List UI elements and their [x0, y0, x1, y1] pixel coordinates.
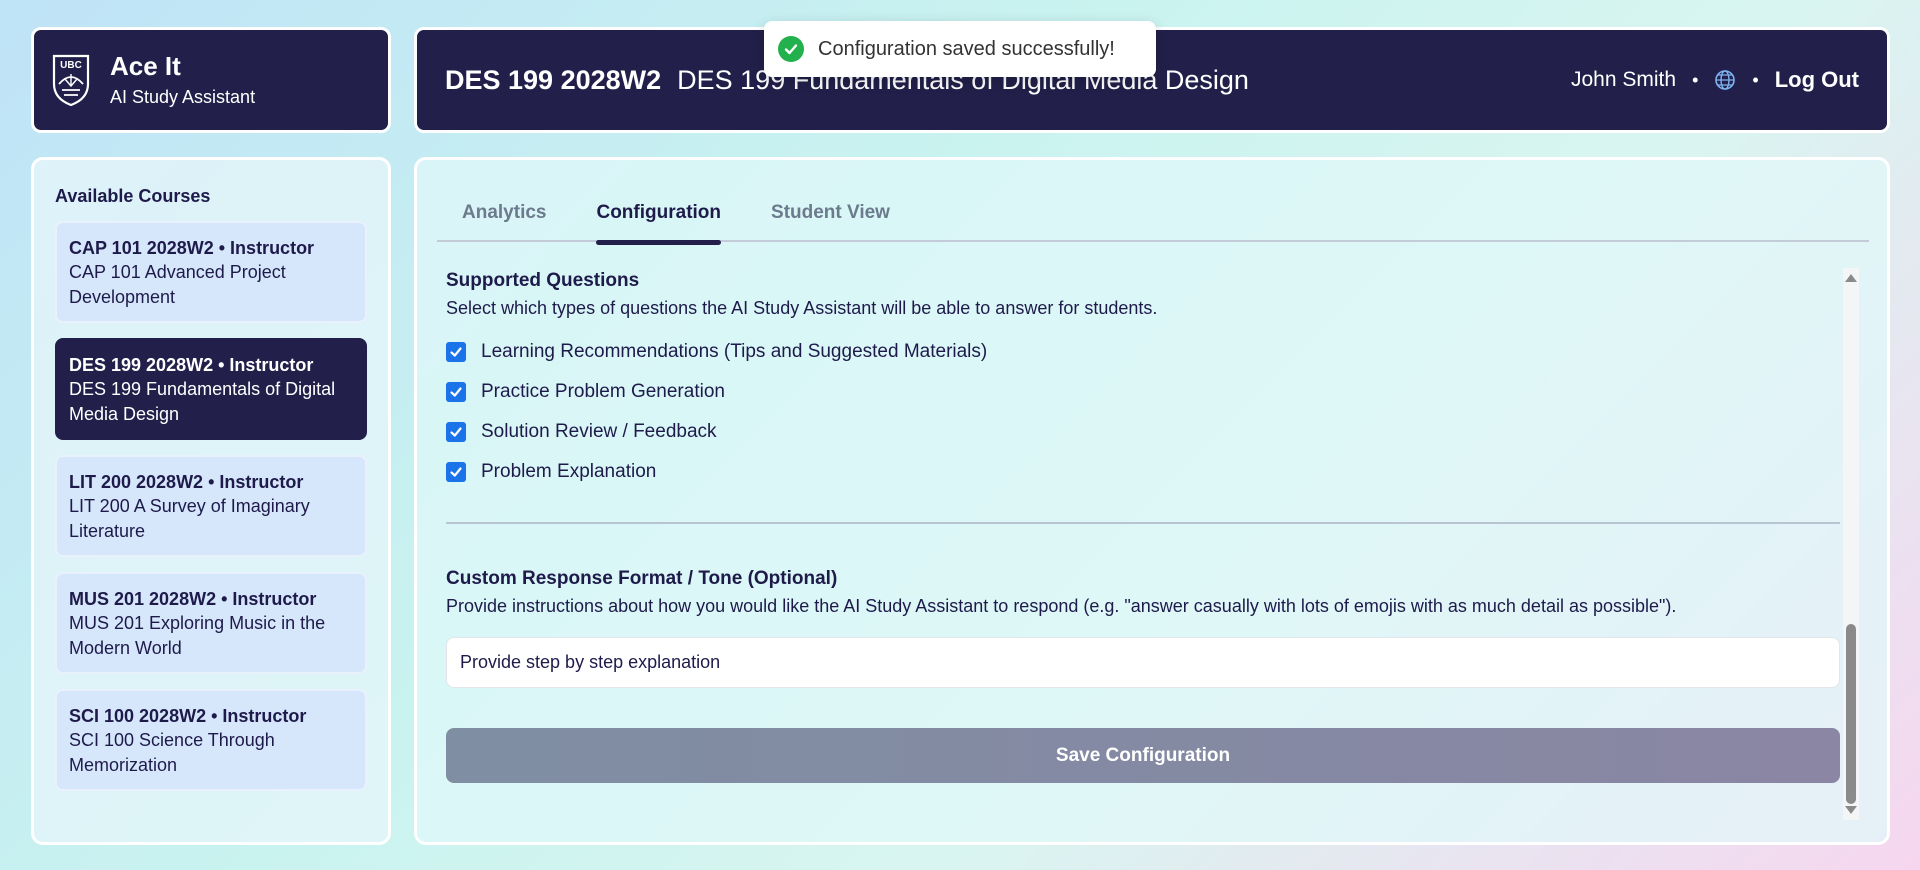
course-card-name: LIT 200 A Survey of Imaginary Literature: [69, 496, 310, 541]
brand-header: UBC Ace It AI Study Assistant: [31, 27, 391, 133]
app-subtitle: AI Study Assistant: [110, 86, 256, 107]
globe-icon[interactable]: [1714, 69, 1736, 91]
course-card-lit200[interactable]: LIT 200 2028W2 • Instructor LIT 200 A Su…: [55, 455, 367, 557]
course-card-name: DES 199 Fundamentals of Digital Media De…: [69, 379, 336, 424]
question-option-label[interactable]: Problem Explanation: [481, 461, 656, 483]
section-divider: [446, 522, 1840, 524]
question-type-checklist: Learning Recommendations (Tips and Sugge…: [446, 332, 1840, 492]
checkbox-checked-icon[interactable]: [446, 462, 466, 482]
brand-text: Ace It AI Study Assistant: [110, 52, 255, 108]
course-card-name: SCI 100 Science Through Memorization: [69, 730, 275, 775]
question-option-label[interactable]: Learning Recommendations (Tips and Sugge…: [481, 341, 987, 363]
custom-format-section: Custom Response Format / Tone (Optional)…: [446, 568, 1840, 688]
tab-configuration[interactable]: Configuration: [571, 196, 746, 245]
course-card-code: SCI 100 2028W2 • Instructor: [69, 706, 307, 726]
custom-format-title: Custom Response Format / Tone (Optional): [446, 568, 838, 589]
header-user-area: John Smith • • Log Out: [1571, 67, 1859, 93]
scrollbar-thumb[interactable]: [1846, 624, 1856, 804]
course-card-des199[interactable]: DES 199 2028W2 • Instructor DES 199 Fund…: [55, 338, 367, 440]
configuration-content: Supported Questions Select which types o…: [446, 270, 1840, 783]
course-card-cap101[interactable]: CAP 101 2028W2 • Instructor CAP 101 Adva…: [55, 221, 367, 323]
course-card-code: CAP 101 2028W2 • Instructor: [69, 238, 315, 258]
supported-questions-title: Supported Questions: [446, 270, 640, 291]
ubc-logo-text: UBC: [60, 60, 82, 71]
app-title: Ace It: [110, 51, 181, 82]
separator-dot: •: [1692, 69, 1699, 90]
supported-questions-description: Select which types of questions the AI S…: [446, 298, 1158, 318]
ubc-shield-icon: UBC: [52, 54, 90, 106]
tab-student-view[interactable]: Student View: [746, 196, 915, 242]
tab-analytics[interactable]: Analytics: [437, 196, 571, 242]
sidebar: Available Courses CAP 101 2028W2 • Instr…: [31, 157, 391, 845]
course-card-code: DES 199 2028W2 • Instructor: [69, 355, 314, 375]
course-card-mus201[interactable]: MUS 201 2028W2 • Instructor MUS 201 Expl…: [55, 572, 367, 674]
course-card-sci100[interactable]: SCI 100 2028W2 • Instructor SCI 100 Scie…: [55, 689, 367, 791]
sidebar-heading: Available Courses: [55, 186, 211, 206]
success-toast: Configuration saved successfully!: [764, 21, 1156, 77]
question-option: Problem Explanation: [446, 452, 1840, 492]
user-name: John Smith: [1571, 68, 1677, 91]
header-course-code: DES 199 2028W2: [445, 64, 662, 95]
course-card-name: MUS 201 Exploring Music in the Modern Wo…: [69, 613, 326, 658]
main-panel: Analytics Configuration Student View Sup…: [414, 157, 1890, 845]
scroll-up-arrow-icon[interactable]: [1845, 274, 1857, 282]
question-option: Learning Recommendations (Tips and Sugge…: [446, 332, 1840, 372]
question-option: Solution Review / Feedback: [446, 412, 1840, 452]
check-circle-icon: [778, 36, 804, 62]
checkbox-checked-icon[interactable]: [446, 422, 466, 442]
question-option-label[interactable]: Practice Problem Generation: [481, 381, 725, 403]
checkbox-checked-icon[interactable]: [446, 342, 466, 362]
question-option-label[interactable]: Solution Review / Feedback: [481, 421, 717, 443]
tab-bar: Analytics Configuration Student View: [437, 196, 1869, 245]
custom-format-input[interactable]: [446, 637, 1840, 688]
separator-dot: •: [1752, 69, 1759, 90]
course-card-code: LIT 200 2028W2 • Instructor: [69, 472, 304, 492]
save-configuration-button[interactable]: Save Configuration: [446, 728, 1840, 783]
course-card-code: MUS 201 2028W2 • Instructor: [69, 589, 317, 609]
toast-message: Configuration saved successfully!: [818, 37, 1115, 60]
logout-button[interactable]: Log Out: [1775, 67, 1859, 93]
custom-format-description: Provide instructions about how you would…: [446, 596, 1677, 616]
course-card-name: CAP 101 Advanced Project Development: [69, 262, 286, 307]
question-option: Practice Problem Generation: [446, 372, 1840, 412]
scroll-down-arrow-icon[interactable]: [1845, 806, 1857, 814]
content-scrollbar[interactable]: [1843, 268, 1859, 820]
checkbox-checked-icon[interactable]: [446, 382, 466, 402]
